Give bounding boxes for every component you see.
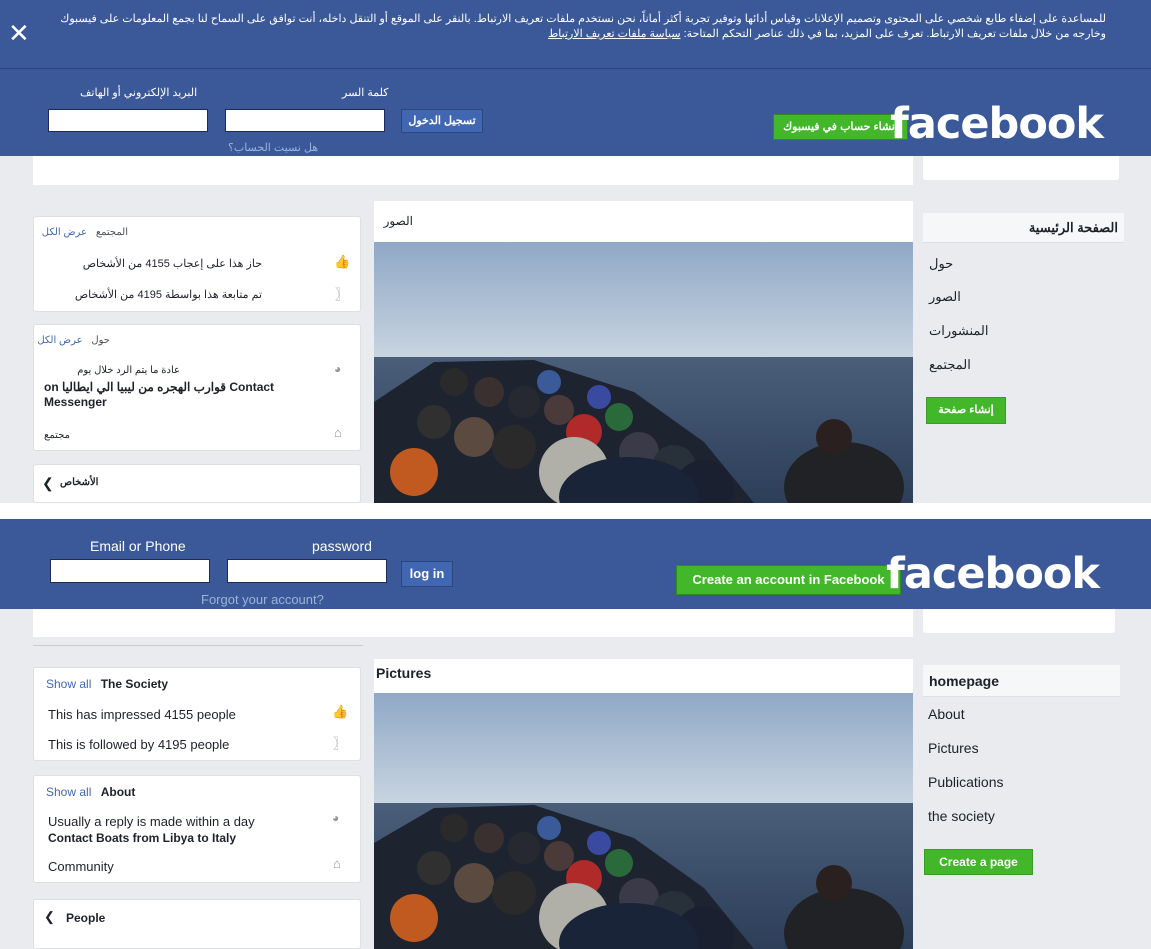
about-show-all-link[interactable]: Show all bbox=[46, 785, 91, 799]
profile-strip bbox=[923, 609, 1115, 633]
nav-posts[interactable]: Publications bbox=[928, 774, 1004, 790]
chevron-icon: ❮ bbox=[42, 475, 54, 491]
divider bbox=[33, 645, 363, 646]
people-card-title: People bbox=[66, 911, 106, 925]
create-account-button[interactable]: إنشاء حساب في فيسبوك bbox=[773, 114, 908, 140]
cookie-policy-link[interactable]: سياسة ملفات تعريف الارتباط bbox=[548, 28, 680, 40]
forgot-account-link[interactable]: Forgot your account? bbox=[201, 592, 324, 607]
create-page-button[interactable]: Create a page bbox=[924, 849, 1033, 875]
contact-messenger-link[interactable]: on قوارب الهجره من ليبيا الي ايطاليا Con… bbox=[44, 380, 274, 394]
contact-messenger-link-2[interactable]: Messenger bbox=[44, 395, 107, 409]
email-field[interactable] bbox=[50, 559, 210, 583]
nav-photos[interactable]: Pictures bbox=[928, 740, 979, 756]
cookie-text: للمساعدة على إضفاء طابع شخصي على المحتوى… bbox=[46, 12, 1106, 42]
community-card: المجتمع عرض الكل حاز هذا على إعجاب 4155 … bbox=[33, 216, 361, 312]
arabic-screenshot: للمساعدة على إضفاء طابع شخصي على المحتوى… bbox=[0, 0, 1151, 503]
about-card: حول عرض الكل عادة ما يتم الرد خلال يوم ◕… bbox=[33, 324, 361, 451]
facebook-logo[interactable]: facebook bbox=[886, 549, 1100, 599]
people-card[interactable]: ❮ People bbox=[33, 899, 361, 949]
profile-strip bbox=[923, 156, 1119, 180]
english-screenshot: Email or Phone password log in Forgot yo… bbox=[0, 519, 1151, 949]
community-show-all-link[interactable]: عرض الكل bbox=[42, 227, 87, 238]
contact-messenger-link[interactable]: Contact Boats from Libya to Italy bbox=[48, 831, 236, 845]
cookie-text-line1: للمساعدة على إضفاء طابع شخصي على المحتوى… bbox=[60, 13, 1106, 25]
boat-photo[interactable] bbox=[374, 242, 913, 503]
messenger-icon: ◕ bbox=[334, 362, 342, 376]
boat-photo[interactable] bbox=[374, 693, 913, 949]
community-card: Show all The Society This has impressed … bbox=[33, 667, 361, 761]
photos-title: Pictures bbox=[376, 665, 432, 681]
rss-icon: 〗 bbox=[335, 287, 349, 302]
community-card-title: المجتمع bbox=[95, 227, 128, 238]
header: البريد الإلكتروني أو الهاتف كلمة السر تس… bbox=[0, 68, 1151, 156]
nav-community[interactable]: the society bbox=[928, 808, 995, 824]
about-card-title: About bbox=[100, 785, 136, 799]
facebook-logo[interactable]: facebook bbox=[890, 99, 1104, 149]
password-label: كلمة السر bbox=[342, 87, 389, 99]
thumbs-up-icon: 👍 bbox=[334, 254, 351, 269]
forgot-account-link[interactable]: هل نسيت الحساب؟ bbox=[228, 141, 318, 154]
nav-about[interactable]: About bbox=[928, 706, 965, 722]
chevron-icon: ❮ bbox=[44, 909, 55, 924]
community-card-title: The Society bbox=[100, 677, 169, 691]
password-field[interactable] bbox=[227, 559, 387, 583]
rss-icon: 〗 bbox=[333, 736, 347, 751]
photos-title: الصور bbox=[383, 214, 413, 228]
category-link[interactable]: مجتمع bbox=[44, 430, 70, 441]
login-button[interactable]: log in bbox=[401, 561, 453, 587]
password-field[interactable] bbox=[225, 109, 385, 132]
nav-photos[interactable]: الصور bbox=[929, 289, 961, 305]
page-cover-strip bbox=[33, 609, 913, 637]
email-field[interactable] bbox=[48, 109, 208, 132]
create-page-button[interactable]: إنشاء صفحة bbox=[926, 397, 1006, 424]
nav-community[interactable]: المجتمع bbox=[929, 357, 971, 373]
followers-count-text: This is followed by 4195 people bbox=[48, 737, 230, 752]
nav-home[interactable]: homepage bbox=[923, 665, 1120, 697]
briefcase-icon: ⌂ bbox=[334, 425, 342, 440]
people-card-title: الأشخاص bbox=[60, 477, 99, 488]
about-card-title: حول bbox=[91, 335, 110, 346]
cookie-text-line2: وخارجه من خلال ملفات تعريف الارتباط. تعر… bbox=[683, 28, 1106, 40]
create-account-button[interactable]: Create an account in Facebook bbox=[676, 565, 901, 595]
page-cover-strip bbox=[33, 156, 913, 185]
briefcase-icon: ⌂ bbox=[333, 856, 341, 871]
password-label: password bbox=[312, 538, 372, 554]
messenger-icon: ◕ bbox=[332, 811, 340, 825]
people-card[interactable]: ❮ الأشخاص bbox=[33, 464, 361, 503]
reply-time-text: عادة ما يتم الرد خلال يوم bbox=[77, 365, 180, 376]
email-label: Email or Phone bbox=[90, 538, 186, 554]
nav-home[interactable]: الصفحة الرئيسية bbox=[923, 213, 1124, 243]
nav-posts[interactable]: المنشورات bbox=[929, 323, 988, 339]
close-icon[interactable]: ✕ bbox=[8, 20, 30, 46]
nav-about[interactable]: حول bbox=[929, 256, 953, 272]
header: Email or Phone password log in Forgot yo… bbox=[0, 519, 1151, 609]
about-card: Show all About Usually a reply is made w… bbox=[33, 775, 361, 883]
about-show-all-link[interactable]: عرض الكل bbox=[37, 335, 82, 346]
email-label: البريد الإلكتروني أو الهاتف bbox=[80, 87, 198, 99]
followers-count-text: تم متابعة هذا بواسطة 4195 من الأشخاص bbox=[74, 289, 262, 301]
reply-time-text: Usually a reply is made within a day bbox=[48, 814, 255, 829]
likes-count-text: This has impressed 4155 people bbox=[48, 707, 236, 722]
community-show-all-link[interactable]: Show all bbox=[46, 677, 91, 691]
category-link[interactable]: Community bbox=[48, 859, 114, 874]
likes-count-text: حاز هذا على إعجاب 4155 من الأشخاص bbox=[82, 258, 262, 270]
login-button[interactable]: تسجيل الدخول bbox=[401, 109, 483, 133]
thumbs-up-icon: 👍 bbox=[332, 704, 349, 719]
cookie-banner: للمساعدة على إضفاء طابع شخصي على المحتوى… bbox=[0, 0, 1151, 68]
